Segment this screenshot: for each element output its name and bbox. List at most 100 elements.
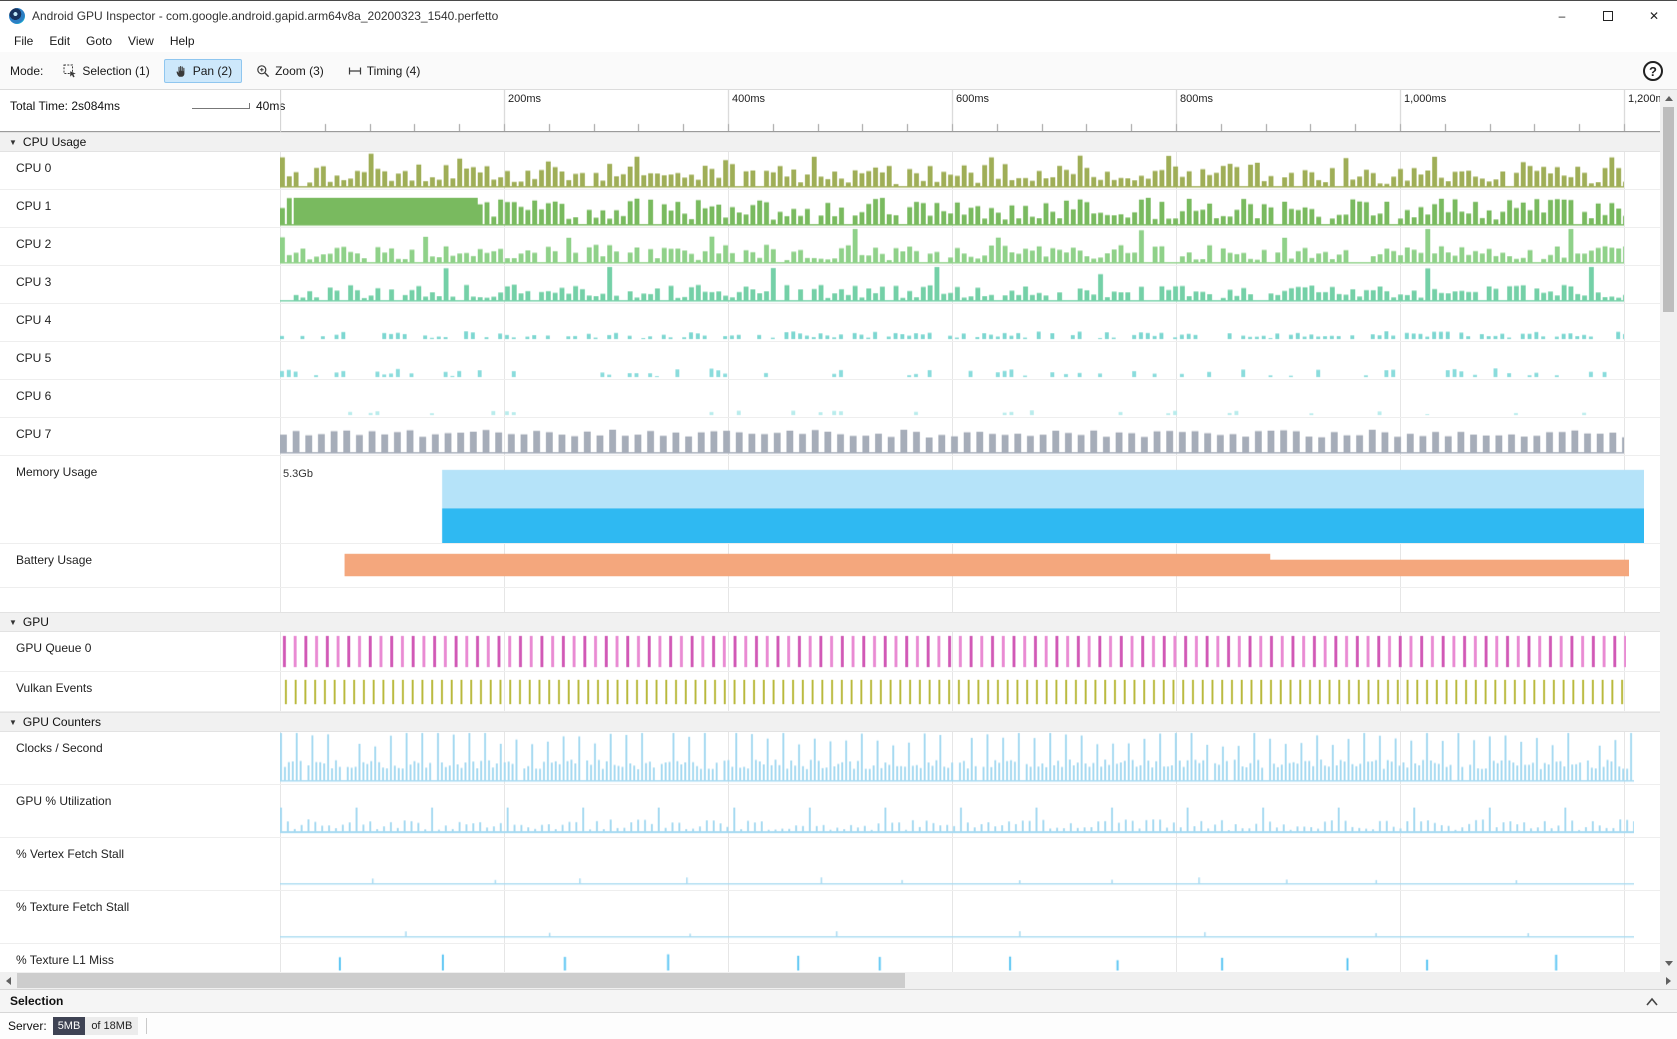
memory-value-label: 5.3Gb <box>283 468 313 480</box>
track-label: Vulkan Events <box>0 672 280 711</box>
track-row: CPU 6 <box>0 380 1660 418</box>
selection-panel-header[interactable]: Selection <box>0 989 1677 1013</box>
total-time-label: Total Time: 2s084ms <box>10 99 120 113</box>
track-label: % Texture L1 Miss <box>0 944 280 972</box>
menu-item-edit[interactable]: Edit <box>41 31 78 51</box>
track-row: CPU 1 <box>0 190 1660 228</box>
window-controls: – ✕ <box>1539 1 1677 30</box>
track-chart[interactable] <box>280 266 1624 303</box>
track-chart[interactable] <box>280 190 1624 227</box>
track-chart[interactable] <box>280 152 1624 189</box>
track-chart[interactable] <box>280 228 1624 265</box>
selection-mode-button[interactable]: Selection (1) <box>53 59 159 83</box>
right-arrow-icon <box>1666 977 1671 985</box>
track-row: GPU % Utilization <box>0 785 1660 838</box>
minimize-button[interactable]: – <box>1539 1 1585 30</box>
track-label: Memory Usage <box>0 456 280 543</box>
menu-item-help[interactable]: Help <box>162 31 203 51</box>
tick-label: 400ms <box>732 93 765 105</box>
track-row: Clocks / Second <box>0 732 1660 785</box>
track-row: Vulkan Events <box>0 672 1660 712</box>
track-chart[interactable] <box>280 380 1624 417</box>
time-ruler[interactable]: Total Time: 2s084ms 40ms 200ms400ms600ms… <box>0 90 1660 132</box>
track-label: CPU 7 <box>0 418 280 455</box>
window-title: Android GPU Inspector - com.google.andro… <box>32 9 498 23</box>
track-chart[interactable] <box>280 456 1644 543</box>
track-chart[interactable] <box>280 672 1626 711</box>
tool-button-label: Selection (1) <box>82 64 149 78</box>
scroll-down-button[interactable] <box>1660 955 1677 972</box>
track-chart[interactable] <box>280 304 1624 341</box>
section-header-gpu-counters[interactable]: ▼GPU Counters <box>0 712 1660 732</box>
tick-label: 1,200ms <box>1628 93 1660 105</box>
track-row: CPU 7 <box>0 418 1660 456</box>
timing-mode-button[interactable]: Timing (4) <box>338 59 431 83</box>
zoom-mode-button[interactable]: Zoom (3) <box>246 59 334 83</box>
track-chart[interactable] <box>280 891 1634 943</box>
track-label: % Vertex Fetch Stall <box>0 838 280 890</box>
mode-label: Mode: <box>10 64 43 78</box>
horizontal-scrollbar[interactable] <box>0 972 1677 989</box>
scroll-right-button[interactable] <box>1660 972 1677 989</box>
track-label: CPU 3 <box>0 266 280 303</box>
track-chart[interactable] <box>280 342 1624 379</box>
track-chart[interactable] <box>280 944 1634 972</box>
close-button[interactable]: ✕ <box>1631 1 1677 30</box>
minimize-icon: – <box>1559 9 1566 23</box>
titlebar: Android GPU Inspector - com.google.andro… <box>0 0 1677 30</box>
section-header-cpu-usage[interactable]: ▼ CPU Usage <box>0 132 1660 152</box>
hand-icon <box>174 64 188 78</box>
selection-icon <box>63 64 77 78</box>
track-row: CPU 3 <box>0 266 1660 304</box>
selection-panel-title: Selection <box>10 994 63 1008</box>
menu-item-file[interactable]: File <box>6 31 41 51</box>
timing-icon <box>348 64 362 78</box>
track-row: CPU 0 <box>0 152 1660 190</box>
pan-mode-button[interactable]: Pan (2) <box>164 59 242 83</box>
expand-panel-button[interactable] <box>1645 997 1659 1006</box>
section-header-gpu[interactable]: ▼GPU <box>0 612 1660 632</box>
track-row: % Texture Fetch Stall <box>0 891 1660 944</box>
collapse-arrow-icon: ▼ <box>9 138 17 147</box>
chevron-up-icon <box>1645 997 1659 1006</box>
collapse-arrow-icon: ▼ <box>9 718 17 727</box>
track-chart[interactable] <box>280 418 1624 455</box>
track-row: Memory Usage5.3Gb <box>0 456 1660 544</box>
track-chart[interactable] <box>280 544 1629 587</box>
track-chart[interactable] <box>280 632 1626 671</box>
track-label: GPU % Utilization <box>0 785 280 837</box>
section-label: CPU Usage <box>23 135 86 149</box>
timeline-content: Total Time: 2s084ms 40ms 200ms400ms600ms… <box>0 90 1660 972</box>
scale-ruler-icon <box>192 103 250 109</box>
menu-item-view[interactable]: View <box>120 31 162 51</box>
scroll-up-button[interactable] <box>1660 90 1677 107</box>
vertical-scrollbar[interactable] <box>1660 90 1677 972</box>
track-spacer <box>0 588 1660 612</box>
track-chart[interactable] <box>280 732 1634 784</box>
ruler-ticks[interactable]: 200ms400ms600ms800ms1,000ms1,200ms <box>280 90 1660 132</box>
scroll-left-button[interactable] <box>0 972 17 989</box>
track-label: CPU 0 <box>0 152 280 189</box>
track-label: CPU 2 <box>0 228 280 265</box>
menu-item-goto[interactable]: Goto <box>78 31 120 51</box>
memory-total-label: of 18MB <box>85 1020 138 1032</box>
menubar: FileEditGotoViewHelp <box>0 30 1677 52</box>
track-label: GPU Queue 0 <box>0 632 280 671</box>
statusbar: Server: 5MB of 18MB <box>0 1013 1677 1039</box>
status-separator <box>146 1018 147 1034</box>
vertical-scrollbar-thumb[interactable] <box>1663 107 1674 312</box>
track-label: CPU 6 <box>0 380 280 417</box>
up-arrow-icon <box>1665 96 1673 101</box>
tool-button-label: Zoom (3) <box>275 64 324 78</box>
track-chart[interactable] <box>280 785 1634 837</box>
track-row: CPU 2 <box>0 228 1660 266</box>
help-button[interactable]: ? <box>1643 61 1663 81</box>
maximize-button[interactable] <box>1585 1 1631 30</box>
horizontal-scrollbar-thumb[interactable] <box>17 973 905 988</box>
tick-label: 600ms <box>956 93 989 105</box>
track-chart[interactable] <box>280 838 1634 890</box>
server-label: Server: <box>8 1019 47 1033</box>
track-row: GPU Queue 0 <box>0 632 1660 672</box>
track-label: Battery Usage <box>0 544 280 587</box>
track-label: CPU 5 <box>0 342 280 379</box>
